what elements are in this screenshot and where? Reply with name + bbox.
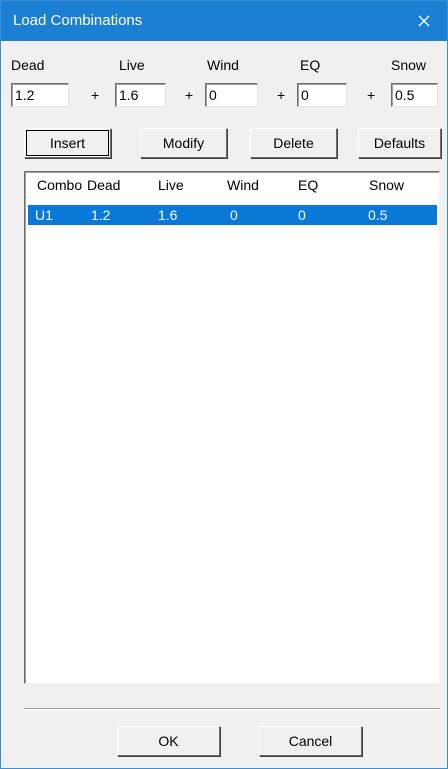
column-header-snow: Snow xyxy=(369,177,405,193)
wind-label: Wind xyxy=(207,57,239,73)
row-combo: U1 xyxy=(35,207,53,223)
live-label: Live xyxy=(119,57,145,73)
snow-label: Snow xyxy=(391,57,427,73)
row-wind: 0 xyxy=(230,207,238,223)
cancel-button[interactable]: Cancel xyxy=(259,726,362,756)
title-bar[interactable]: Load Combinations xyxy=(1,1,447,41)
column-header-dead: Dead xyxy=(87,177,121,193)
column-header-live: Live xyxy=(158,177,184,193)
defaults-button[interactable]: Defaults xyxy=(358,128,441,158)
modify-button[interactable]: Modify xyxy=(140,128,227,158)
row-snow: 0.5 xyxy=(368,207,388,223)
plus-sign: + xyxy=(91,87,100,103)
load-combinations-dialog: Load Combinations Dead Live Wind EQ Snow… xyxy=(0,0,448,769)
column-header-eq: EQ xyxy=(298,177,319,193)
combinations-list[interactable]: Combo Dead Live Wind EQ Snow U1 1.2 1.6 … xyxy=(24,171,440,684)
insert-button[interactable]: Insert xyxy=(24,128,111,158)
dead-label: Dead xyxy=(11,57,45,73)
ok-button[interactable]: OK xyxy=(117,726,220,756)
snow-factor-input[interactable] xyxy=(391,83,438,107)
eq-factor-input[interactable] xyxy=(297,83,347,107)
plus-sign: + xyxy=(185,87,194,103)
live-factor-input[interactable] xyxy=(115,83,166,107)
wind-factor-input[interactable] xyxy=(205,83,258,107)
row-live: 1.6 xyxy=(158,207,178,223)
eq-label: EQ xyxy=(300,57,321,73)
delete-button[interactable]: Delete xyxy=(250,128,337,158)
close-button[interactable] xyxy=(401,1,447,41)
row-eq: 0 xyxy=(298,207,306,223)
column-header-wind: Wind xyxy=(227,177,259,193)
column-header-combo: Combo xyxy=(37,177,83,193)
plus-sign: + xyxy=(367,87,376,103)
plus-sign: + xyxy=(277,87,286,103)
separator xyxy=(24,708,440,710)
row-dead: 1.2 xyxy=(91,207,111,223)
list-item[interactable]: U1 1.2 1.6 0 0 0.5 xyxy=(28,205,437,225)
dead-factor-input[interactable] xyxy=(11,83,69,107)
close-icon xyxy=(418,15,430,27)
window-title: Load Combinations xyxy=(13,12,143,29)
